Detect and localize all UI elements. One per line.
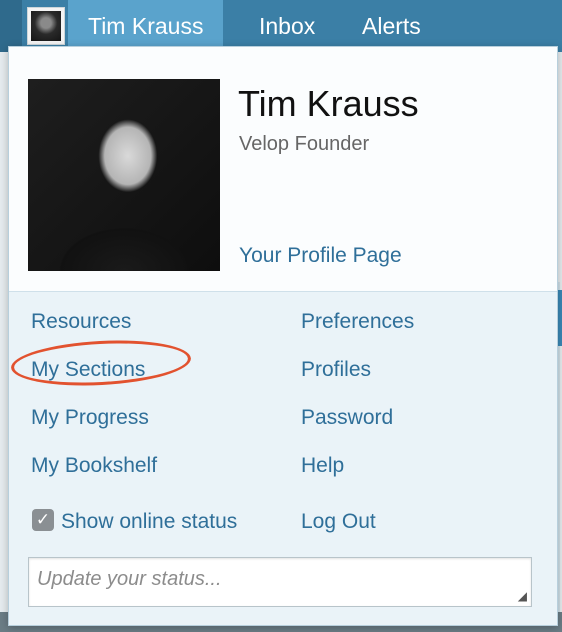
nav-alerts[interactable]: Alerts <box>362 0 421 52</box>
menu-item-help[interactable]: Help <box>301 454 344 478</box>
menu-item-profiles[interactable]: Profiles <box>301 358 371 382</box>
menu-item-my-progress[interactable]: My Progress <box>31 406 149 430</box>
nav-inbox[interactable]: Inbox <box>259 0 315 52</box>
profile-name: Tim Krauss <box>238 83 419 124</box>
profile-summary: Tim Krauss Velop Founder Your Profile Pa… <box>9 47 557 292</box>
menu-item-my-bookshelf[interactable]: My Bookshelf <box>31 454 157 478</box>
status-input[interactable]: Update your status... ◢ <box>28 557 532 607</box>
menu-item-password[interactable]: Password <box>301 406 393 430</box>
online-status-label[interactable]: Show online status <box>61 510 237 534</box>
menu-item-preferences[interactable]: Preferences <box>301 310 414 334</box>
status-placeholder: Update your status... <box>37 568 222 590</box>
profile-page-link[interactable]: Your Profile Page <box>239 244 402 268</box>
nav-user-menu[interactable]: Tim Krauss <box>68 0 224 52</box>
user-dropdown-menu: Tim Krauss Velop Founder Your Profile Pa… <box>8 46 558 626</box>
navbar-edge <box>0 0 22 52</box>
user-avatar-icon[interactable] <box>27 7 65 45</box>
resize-grip-icon[interactable]: ◢ <box>518 589 527 603</box>
online-status-checkbox[interactable]: ✓ <box>32 509 54 531</box>
profile-photo <box>28 79 220 271</box>
menu-item-log-out[interactable]: Log Out <box>301 510 376 534</box>
avatar-photo <box>31 11 61 41</box>
menu-item-resources[interactable]: Resources <box>31 310 131 334</box>
profile-role: Velop Founder <box>239 133 370 155</box>
menu-item-my-sections[interactable]: My Sections <box>31 358 145 382</box>
top-navbar: Tim Krauss Inbox Alerts <box>0 0 562 52</box>
